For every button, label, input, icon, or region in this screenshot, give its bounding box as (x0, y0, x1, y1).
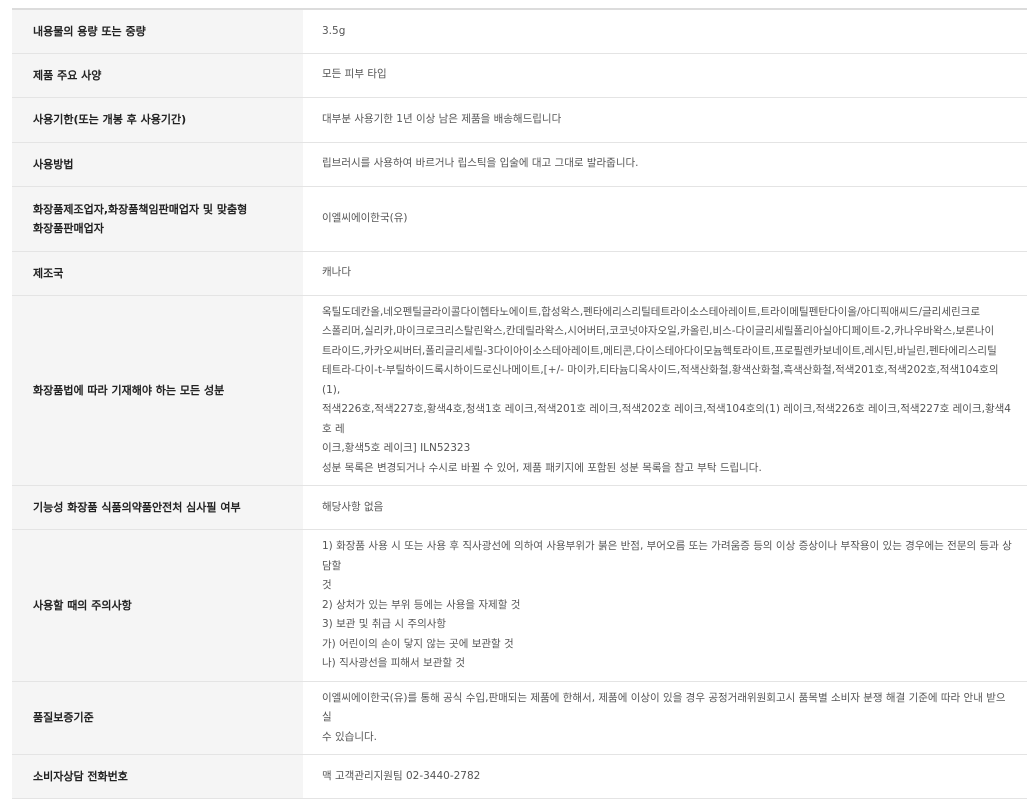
value-line: 립브러시를 사용하여 바르거나 립스틱을 입술에 대고 그대로 발라줍니다. (322, 157, 639, 170)
value-line: 3.5g (322, 24, 346, 37)
row-label: 사용방법 (12, 142, 303, 186)
info-row-volume: 내용물의 용량 또는 중량 3.5g (12, 9, 1027, 53)
label-line: 화장품제조업자,화장품책임판매업자 및 맞춤형 (33, 202, 248, 216)
row-label: 품질보증기준 (12, 681, 303, 755)
info-row-ingredients: 화장품법에 따라 기재해야 하는 모든 성분 옥틸도데칸올,네오펜틸글라이콜다이… (12, 295, 1027, 486)
value-line: 이크,황색5호 레이크] ILN52323 (322, 442, 471, 454)
info-row-contact: 소비자상담 전화번호 맥 고객관리지원팀 02-3440-2782 (12, 754, 1027, 799)
row-label: 사용할 때의 주의사항 (12, 529, 303, 681)
value-line: 수 있습니다. (322, 730, 377, 743)
row-value: 맥 고객관리지원팀 02-3440-2782 (303, 755, 1027, 799)
info-row-expiry: 사용기한(또는 개봉 후 사용기간) 대부분 사용기한 1년 이상 남은 제품을… (12, 97, 1027, 142)
product-info-table: 내용물의 용량 또는 중량 3.5g 제품 주요 사양 모든 피부 타입 사용기… (12, 8, 1027, 799)
value-line: 해당사항 없음 (322, 500, 384, 513)
value-line: 모든 피부 타입 (322, 68, 387, 81)
value-line: 트라이드,카카오씨버터,폴리글리세릴-3다이아이소스테아레이트,메티콘,다이스테… (322, 344, 997, 357)
row-label: 제품 주요 사양 (12, 53, 303, 97)
value-line: 것 (322, 579, 332, 591)
value-line: 나) 직사광선을 피해서 보관할 것 (322, 657, 466, 669)
value-line: 2) 상처가 있는 부위 등에는 사용을 자제할 것 (322, 598, 521, 611)
info-row-usage: 사용방법 립브러시를 사용하여 바르거나 립스틱을 입술에 대고 그대로 발라줍… (12, 142, 1027, 186)
row-value: 모든 피부 타입 (303, 53, 1027, 97)
row-label: 제조국 (12, 251, 303, 295)
value-line: 대부분 사용기한 1년 이상 남은 제품을 배송해드립니다 (322, 112, 562, 125)
value-line: 이엘씨에이한국(유) (322, 211, 408, 224)
row-value: 1) 화장품 사용 시 또는 사용 후 직사광선에 의하여 사용부위가 붉은 반… (303, 530, 1027, 682)
value-line: 성분 목록은 변경되거나 수시로 바뀔 수 있어, 제품 패키지에 포함된 성분… (322, 461, 762, 474)
info-row-manufacturer: 화장품제조업자,화장품책임판매업자 및 맞춤형 화장품판매업자 이엘씨에이한국(… (12, 186, 1027, 251)
row-label: 기능성 화장품 식품의약품안전처 심사필 여부 (12, 485, 303, 530)
value-line: 3) 보관 및 취급 시 주의사항 (322, 618, 447, 630)
label-line: 화장품판매업자 (33, 221, 104, 235)
value-line: 옥틸도데칸올,네오펜틸글라이콜다이헵타노에이트,합성왁스,펜타에리스리틸테트라이… (322, 305, 980, 318)
row-label: 화장품법에 따라 기재해야 하는 모든 성분 (12, 295, 303, 486)
row-value: 캐나다 (303, 251, 1027, 295)
value-line: 캐나다 (322, 266, 351, 279)
row-label: 내용물의 용량 또는 중량 (12, 9, 303, 53)
info-row-functional: 기능성 화장품 식품의약품안전처 심사필 여부 해당사항 없음 (12, 485, 1027, 530)
value-line: 맥 고객관리지원팀 02-3440-2782 (322, 769, 481, 782)
row-value: 대부분 사용기한 1년 이상 남은 제품을 배송해드립니다 (303, 97, 1027, 142)
value-line: 가) 어린이의 손이 닿지 않는 곳에 보관할 것 (322, 637, 514, 650)
row-label: 소비자상담 전화번호 (12, 754, 303, 799)
row-label: 화장품제조업자,화장품책임판매업자 및 맞춤형 화장품판매업자 (12, 186, 303, 251)
value-line: 1) 화장품 사용 시 또는 사용 후 직사광선에 의하여 사용부위가 붉은 반… (322, 540, 1012, 572)
value-line: 이엘씨에이한국(유)를 통해 공식 수입,판매되는 제품에 한해서, 제품에 이… (322, 691, 1006, 724)
info-row-quality: 품질보증기준 이엘씨에이한국(유)를 통해 공식 수입,판매되는 제품에 한해서… (12, 681, 1027, 755)
row-value: 이엘씨에이한국(유)를 통해 공식 수입,판매되는 제품에 한해서, 제품에 이… (303, 681, 1027, 755)
row-label: 사용기한(또는 개봉 후 사용기간) (12, 97, 303, 142)
info-row-cautions: 사용할 때의 주의사항 1) 화장품 사용 시 또는 사용 후 직사광선에 의하… (12, 529, 1027, 682)
row-value: 해당사항 없음 (303, 486, 1027, 530)
info-row-country: 제조국 캐나다 (12, 251, 1027, 295)
value-line: 적색226호,적색227호,황색4호,청색1호 레이크,적색201호 레이크,적… (322, 403, 1011, 435)
info-row-spec: 제품 주요 사양 모든 피부 타입 (12, 53, 1027, 97)
value-line: 테트라-다이-t-부틸하이드록시하이드로신나메이트,[+/- 마이카,티타늄디옥… (322, 364, 999, 396)
row-value: 옥틸도데칸올,네오펜틸글라이콜다이헵타노에이트,합성왁스,펜타에리스리틸테트라이… (303, 295, 1027, 486)
row-value: 3.5g (303, 9, 1027, 53)
row-value: 이엘씨에이한국(유) (303, 186, 1027, 251)
value-line: 스폴리머,실리카,마이크로크리스탈린왁스,칸데릴라왁스,시어버터,코코넛야자오일… (322, 325, 995, 337)
row-value: 립브러시를 사용하여 바르거나 립스틱을 입술에 대고 그대로 발라줍니다. (303, 142, 1027, 186)
